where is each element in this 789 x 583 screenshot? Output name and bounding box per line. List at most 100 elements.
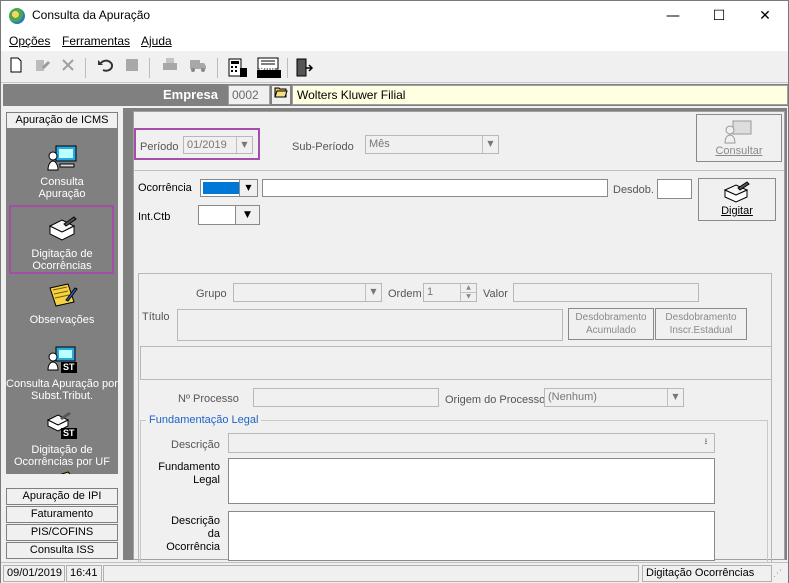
titulo-label: Título	[142, 311, 170, 323]
nprocesso-field[interactable]	[253, 388, 439, 407]
empresa-code-field[interactable]: 0002	[228, 85, 270, 105]
sidebar-item-consulta-apuracao[interactable]: Consulta Apuração	[6, 144, 118, 200]
periodo-select[interactable]: 01/2019 ▼	[183, 136, 253, 154]
sidebar-group-pis-cofins[interactable]: PIS/COFINS	[6, 524, 118, 541]
text-area[interactable]	[140, 346, 772, 380]
sidebar-selection-highlight	[9, 205, 114, 274]
status-bar: 09/01/2019 16:41 Digitação Ocorrências ⋰	[1, 562, 788, 583]
folder-open-icon[interactable]	[271, 85, 291, 105]
ocorrencia-select[interactable]: ▼	[200, 179, 258, 197]
sidebar-item-label: Consulta Apuração	[38, 176, 86, 200]
stop-icon[interactable]	[121, 57, 143, 79]
intctb-select[interactable]: ▼	[198, 205, 260, 225]
status-time: 16:41	[66, 565, 102, 582]
separator	[134, 170, 784, 171]
intctb-label: Int.Ctb	[138, 211, 171, 223]
minimize-button[interactable]: —	[650, 1, 696, 31]
desdobramento-inscr-button[interactable]: Desdobramento Inscr.Estadual	[655, 308, 747, 340]
undo-icon[interactable]	[94, 57, 116, 79]
st-badge: ST	[63, 428, 75, 438]
close-button[interactable]: ✕	[742, 1, 788, 31]
valor-label: Valor	[483, 288, 508, 300]
print-icon[interactable]	[159, 57, 181, 79]
consultar-button[interactable]: Consultar	[696, 114, 782, 162]
sidebar-item-consulta-subst-tribut[interactable]: ST Consulta Apuração por Subst.Tribut.	[6, 346, 118, 402]
fundamento-textarea[interactable]	[228, 458, 715, 504]
subperiodo-label: Sub-Período	[292, 141, 354, 153]
resize-grip-icon[interactable]: ⋰	[773, 567, 785, 581]
titulo-field[interactable]	[177, 309, 563, 341]
observacoes-icon-partial	[46, 468, 78, 474]
chevron-down-icon: ▼	[236, 137, 252, 153]
sidebar-item-digitacao-por-uf[interactable]: ST Digitação de Ocorrências por UF	[6, 412, 118, 468]
periodo-label: Período	[140, 141, 179, 153]
nprocesso-label: Nº Processo	[178, 393, 239, 405]
toolbar-separator	[149, 58, 150, 78]
sidebar: Apuração de ICMS Consulta Apuração Digit…	[4, 108, 120, 560]
chevron-down-icon: ▼	[482, 136, 498, 153]
application-window: Consulta da Apuração — ☐ ✕ Opções Ferram…	[0, 0, 789, 583]
toolbar-separator	[287, 58, 288, 78]
descricao-label: Descrição	[171, 439, 220, 451]
book-st-icon: ST	[46, 412, 78, 440]
edit-icon[interactable]	[31, 57, 53, 79]
desdob-field[interactable]	[657, 179, 692, 199]
valor-field[interactable]	[513, 283, 699, 302]
grupo-label: Grupo	[196, 288, 227, 300]
maximize-button[interactable]: ☐	[696, 1, 742, 31]
ocorrencia-label: Ocorrência	[138, 182, 192, 194]
calculator-icon[interactable]	[227, 57, 249, 79]
ocorrencia-description-field[interactable]	[262, 179, 608, 197]
ordem-stepper[interactable]: 1 ▲ ▼	[423, 283, 477, 302]
sidebar-item-observacoes[interactable]: Observações	[6, 282, 118, 326]
status-date: 09/01/2019	[3, 565, 65, 582]
grupo-select[interactable]: ▼	[233, 283, 382, 302]
desdobramento-acumulado-button[interactable]: Desdobramento Acumulado	[568, 308, 654, 340]
sidebar-group-icms[interactable]: Apuração de ICMS	[6, 112, 118, 129]
sidebar-item-label: Observações	[29, 314, 95, 326]
notebook-pencil-icon	[46, 282, 78, 310]
menu-opcoes[interactable]: Opções	[9, 34, 50, 48]
monitor-st-icon: ST	[46, 346, 78, 374]
origem-select[interactable]: (Nenhum) ▼	[544, 388, 684, 407]
sidebar-group-iss[interactable]: Consulta ISS	[6, 542, 118, 559]
toolbar: DIRF	[1, 53, 788, 83]
ordem-label: Ordem	[388, 288, 422, 300]
dirf-label: DIRF	[259, 64, 278, 72]
monitor-person-icon	[723, 119, 755, 145]
sidebar-group-ipi[interactable]: Apuração de IPI	[6, 488, 118, 505]
form-panel: Período 01/2019 ▼ Sub-Período Mês ▼ Cons…	[133, 111, 785, 563]
menu-bar: Opções Ferramentas Ajuda	[1, 31, 788, 51]
toolbar-separator	[85, 58, 86, 78]
title-bar: Consulta da Apuração — ☐ ✕	[1, 1, 788, 31]
fundamento-label: Fundamento Legal	[158, 461, 220, 486]
new-icon[interactable]	[5, 57, 27, 79]
exit-icon[interactable]	[293, 57, 315, 79]
book-pen-icon	[722, 181, 752, 205]
main-area: Período 01/2019 ▼ Sub-Período Mês ▼ Cons…	[123, 108, 787, 563]
dirf-icon[interactable]: DIRF	[256, 57, 282, 79]
empresa-name: Wolters Kluwer Filial	[292, 85, 788, 105]
stepper-up-icon[interactable]: ▲	[460, 284, 476, 293]
st-badge: ST	[63, 362, 75, 372]
descricao-select[interactable]: ⭳	[228, 433, 715, 453]
descricao-ocorrencia-label: Descrição da Ocorrência	[166, 515, 220, 553]
chevron-down-icon: ▼	[239, 180, 257, 196]
chevron-down-icon: ▼	[365, 284, 381, 301]
delete-icon[interactable]	[57, 57, 79, 79]
monitor-person-icon	[46, 144, 78, 172]
menu-ajuda[interactable]: Ajuda	[141, 34, 172, 48]
digitar-button[interactable]: Digitar	[698, 178, 776, 221]
truck-icon[interactable]	[187, 57, 209, 79]
status-screen: Digitação Ocorrências	[642, 565, 772, 582]
empresa-label: Empresa	[163, 87, 218, 102]
stepper-down-icon[interactable]: ▼	[460, 293, 476, 301]
fundamentacao-group-title: Fundamentação Legal	[146, 414, 262, 426]
sidebar-panel: Consulta Apuração Digitação de Ocorrênci…	[6, 128, 118, 474]
sidebar-group-faturamento[interactable]: Faturamento	[6, 506, 118, 523]
chevron-down-icon: ▼	[235, 206, 259, 224]
descricao-ocorrencia-textarea[interactable]	[228, 511, 715, 561]
subperiodo-select[interactable]: Mês ▼	[365, 135, 499, 154]
menu-ferramentas[interactable]: Ferramentas	[62, 34, 130, 48]
sidebar-item-label: Digitação de Ocorrências por UF	[14, 444, 110, 468]
